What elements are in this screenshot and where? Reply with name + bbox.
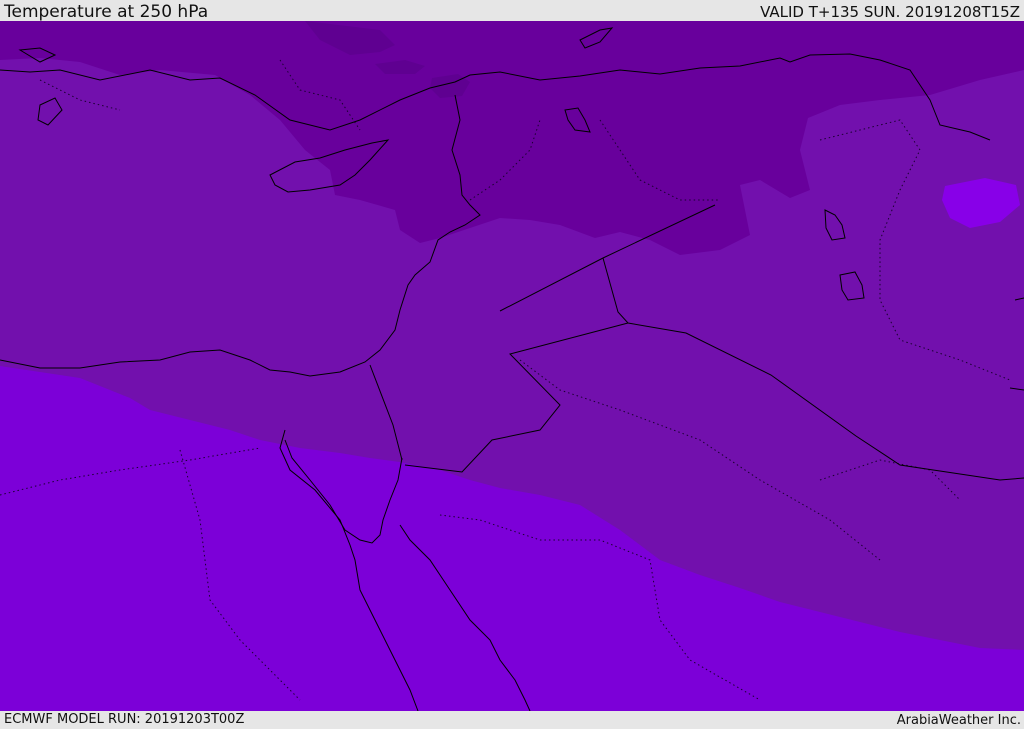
map-title: Temperature at 250 hPa — [4, 2, 209, 22]
header-bar: Temperature at 250 hPa VALID T+135 SUN. … — [0, 0, 1024, 22]
model-run: ECMWF MODEL RUN: 20191203T00Z — [4, 712, 245, 727]
temperature-map[interactable] — [0, 21, 1024, 711]
valid-time: VALID T+135 SUN. 20191208T15Z — [760, 3, 1020, 21]
credit-text: ArabiaWeather Inc. — [896, 713, 1021, 728]
footer-bar: ECMWF MODEL RUN: 20191203T00Z ArabiaWeat… — [0, 711, 1024, 729]
